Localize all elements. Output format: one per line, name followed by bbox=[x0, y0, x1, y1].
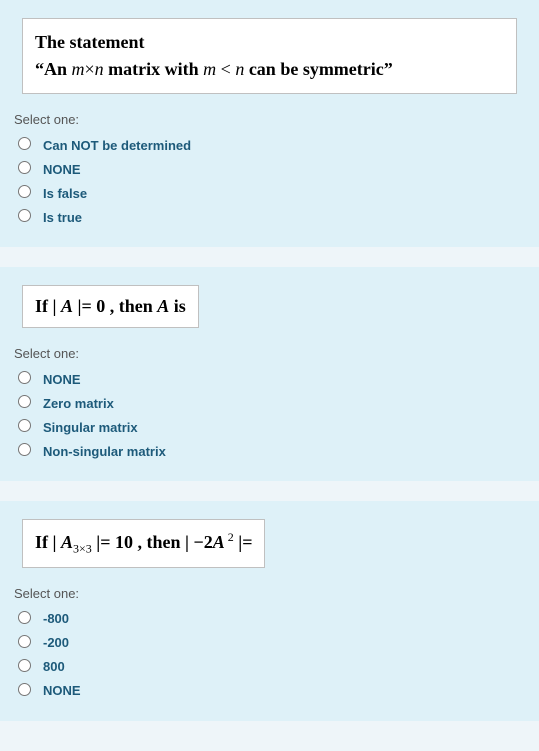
option-label[interactable]: Zero matrix bbox=[43, 391, 166, 415]
subscript: 3×3 bbox=[73, 542, 92, 556]
text: If | bbox=[35, 532, 61, 552]
option-label[interactable]: Is false bbox=[43, 181, 191, 205]
option-label[interactable]: Singular matrix bbox=[43, 415, 166, 439]
option-row: NONE bbox=[14, 157, 191, 181]
text: can be symmetric” bbox=[244, 59, 392, 79]
options-group: -800 -200 800 NONE bbox=[14, 607, 81, 703]
var-a: A bbox=[61, 532, 73, 552]
option-radio[interactable] bbox=[18, 683, 31, 696]
option-row: Is false bbox=[14, 181, 191, 205]
select-one-label: Select one: bbox=[14, 346, 525, 361]
text: |= 0 , then bbox=[73, 296, 157, 316]
option-radio[interactable] bbox=[18, 185, 31, 198]
var-n: n bbox=[95, 59, 104, 79]
options-group: Can NOT be determined NONE Is false Is t… bbox=[14, 133, 191, 229]
option-label[interactable]: Is true bbox=[43, 205, 191, 229]
option-row: Singular matrix bbox=[14, 415, 166, 439]
option-row: -800 bbox=[14, 607, 81, 631]
option-row: -200 bbox=[14, 631, 81, 655]
option-label[interactable]: NONE bbox=[43, 157, 191, 181]
option-row: 800 bbox=[14, 655, 81, 679]
option-radio[interactable] bbox=[18, 611, 31, 624]
option-radio[interactable] bbox=[18, 419, 31, 432]
option-label[interactable]: Non-singular matrix bbox=[43, 439, 166, 463]
option-label[interactable]: NONE bbox=[43, 367, 166, 391]
option-radio[interactable] bbox=[18, 371, 31, 384]
option-radio[interactable] bbox=[18, 395, 31, 408]
var-a: A bbox=[213, 532, 225, 552]
text: |= 10 , then | −2 bbox=[92, 532, 213, 552]
text: |= bbox=[234, 532, 253, 552]
var-a: A bbox=[157, 296, 169, 316]
option-label[interactable]: -200 bbox=[43, 631, 81, 655]
option-radio[interactable] bbox=[18, 137, 31, 150]
text: “An bbox=[35, 59, 72, 79]
option-radio[interactable] bbox=[18, 635, 31, 648]
option-label[interactable]: Can NOT be determined bbox=[43, 133, 191, 157]
text: If | bbox=[35, 296, 61, 316]
select-one-label: Select one: bbox=[14, 112, 525, 127]
option-row: NONE bbox=[14, 367, 166, 391]
option-row: Zero matrix bbox=[14, 391, 166, 415]
option-label[interactable]: -800 bbox=[43, 607, 81, 631]
question-prompt: If | A |= 0 , then A is bbox=[22, 285, 199, 328]
text: is bbox=[169, 296, 186, 316]
select-one-label: Select one: bbox=[14, 586, 525, 601]
option-radio[interactable] bbox=[18, 161, 31, 174]
question-block: If | A3×3 |= 10 , then | −2A 2 |= Select… bbox=[0, 501, 539, 721]
option-label[interactable]: NONE bbox=[43, 679, 81, 703]
question-block: The statement “An m×n matrix with m < n … bbox=[0, 0, 539, 247]
option-radio[interactable] bbox=[18, 443, 31, 456]
lt-symbol: < bbox=[216, 59, 235, 79]
option-row: Is true bbox=[14, 205, 191, 229]
text: matrix with bbox=[104, 59, 203, 79]
question-block: If | A |= 0 , then A is Select one: NONE… bbox=[0, 267, 539, 481]
option-row: NONE bbox=[14, 679, 81, 703]
option-row: Can NOT be determined bbox=[14, 133, 191, 157]
question-prompt: If | A3×3 |= 10 , then | −2A 2 |= bbox=[22, 519, 265, 568]
prompt-line: The statement bbox=[35, 32, 144, 52]
var-m: m bbox=[72, 59, 85, 79]
times-symbol: × bbox=[85, 59, 95, 79]
option-radio[interactable] bbox=[18, 659, 31, 672]
option-row: Non-singular matrix bbox=[14, 439, 166, 463]
question-prompt: The statement “An m×n matrix with m < n … bbox=[22, 18, 517, 94]
superscript: 2 bbox=[225, 530, 234, 544]
option-label[interactable]: 800 bbox=[43, 655, 81, 679]
var-a: A bbox=[61, 296, 73, 316]
var-n: n bbox=[235, 59, 244, 79]
prompt-line: “An m×n matrix with m < n can be symmetr… bbox=[35, 59, 393, 79]
var-m: m bbox=[203, 59, 216, 79]
option-radio[interactable] bbox=[18, 209, 31, 222]
options-group: NONE Zero matrix Singular matrix Non-sin… bbox=[14, 367, 166, 463]
